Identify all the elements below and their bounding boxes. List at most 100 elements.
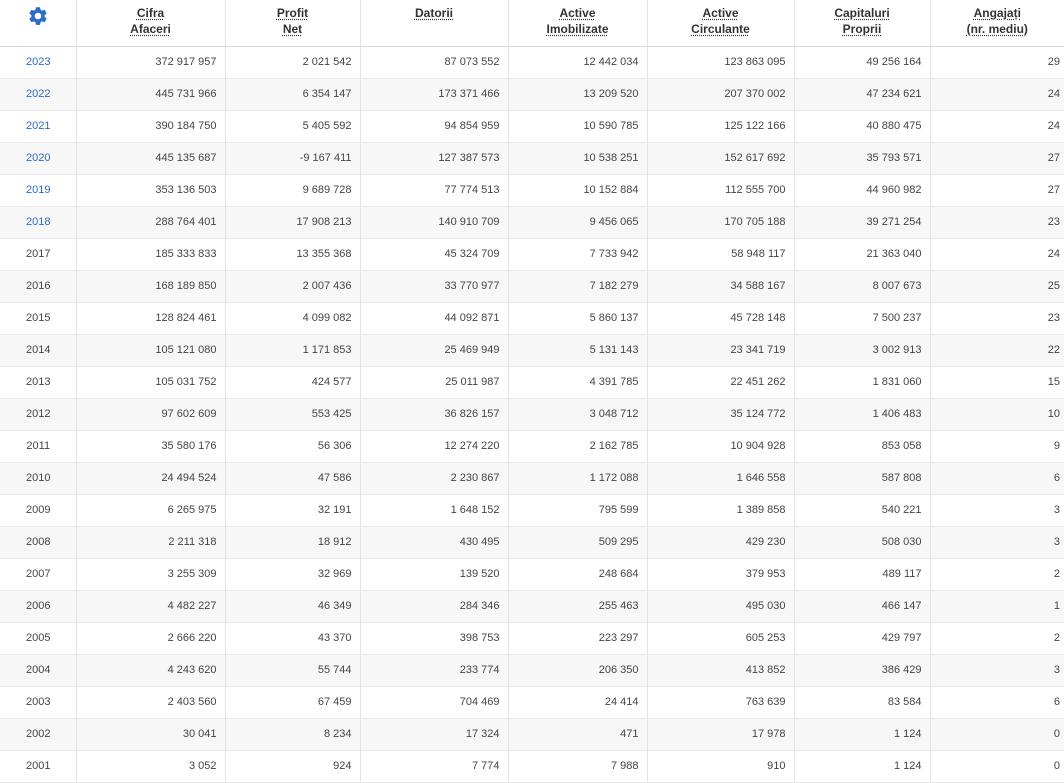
value-cell: 12 274 220 bbox=[360, 430, 509, 463]
value-cell: 398 753 bbox=[360, 622, 509, 655]
year-cell[interactable]: 2023 bbox=[0, 46, 77, 79]
header-datorii[interactable]: Datorii bbox=[360, 0, 509, 47]
table-row: 2016 168 189 850 2 007 436 33 770 977 7 182 … bbox=[0, 270, 1064, 303]
value-cell: 43 370 bbox=[225, 622, 361, 655]
table-row: 2006 4 482 227 46 349 284 346 255 463 495 030… bbox=[0, 590, 1064, 623]
value-cell: 13 209 520 bbox=[508, 78, 648, 111]
year-cell[interactable]: 2021 bbox=[0, 110, 77, 143]
value-cell: 248 684 bbox=[508, 558, 648, 591]
value-cell: 0 bbox=[930, 718, 1064, 751]
value-cell: 45 728 148 bbox=[647, 302, 795, 335]
value-cell: 6 bbox=[930, 686, 1064, 719]
value-cell: 430 495 bbox=[360, 526, 509, 559]
value-cell: 3 002 913 bbox=[794, 334, 931, 367]
value-cell: 924 bbox=[225, 750, 361, 783]
value-cell: 553 425 bbox=[225, 398, 361, 431]
value-cell: 35 580 176 bbox=[76, 430, 226, 463]
year-cell: 2011 bbox=[0, 430, 77, 463]
value-cell: 18 912 bbox=[225, 526, 361, 559]
value-cell: 429 797 bbox=[794, 622, 931, 655]
value-cell: -9 167 411 bbox=[225, 142, 361, 175]
table-row: 2018 288 764 401 17 908 213 140 910 709 9 45… bbox=[0, 206, 1064, 239]
value-cell: 10 538 251 bbox=[508, 142, 648, 175]
value-cell: 5 860 137 bbox=[508, 302, 648, 335]
year-cell[interactable]: 2019 bbox=[0, 174, 77, 207]
value-cell: 2 211 318 bbox=[76, 526, 226, 559]
value-cell: 3 bbox=[930, 494, 1064, 527]
value-cell: 5 405 592 bbox=[225, 110, 361, 143]
value-cell: 206 350 bbox=[508, 654, 648, 687]
table-row: 2015 128 824 461 4 099 082 44 092 871 5 860 … bbox=[0, 302, 1064, 335]
value-cell: 23 341 719 bbox=[647, 334, 795, 367]
year-cell: 2003 bbox=[0, 686, 77, 719]
value-cell: 47 586 bbox=[225, 462, 361, 495]
value-cell: 233 774 bbox=[360, 654, 509, 687]
year-cell: 2016 bbox=[0, 270, 77, 303]
year-cell[interactable]: 2022 bbox=[0, 78, 77, 111]
value-cell: 23 bbox=[930, 302, 1064, 335]
year-cell: 2012 bbox=[0, 398, 77, 431]
value-cell: 1 389 858 bbox=[647, 494, 795, 527]
value-cell: 77 774 513 bbox=[360, 174, 509, 207]
value-cell: 24 bbox=[930, 110, 1064, 143]
header-active-circulante[interactable]: Active Circulante bbox=[647, 0, 795, 47]
value-cell: 112 555 700 bbox=[647, 174, 795, 207]
header-active-imobilizate[interactable]: Active Imobilizate bbox=[508, 0, 648, 47]
value-cell: 152 617 692 bbox=[647, 142, 795, 175]
value-cell: 140 910 709 bbox=[360, 206, 509, 239]
value-cell: 25 bbox=[930, 270, 1064, 303]
year-cell: 2005 bbox=[0, 622, 77, 655]
header-capitaluri-proprii[interactable]: Capitaluri Proprii bbox=[794, 0, 931, 47]
value-cell: 445 135 687 bbox=[76, 142, 226, 175]
value-cell: 24 bbox=[930, 238, 1064, 271]
value-cell: 6 265 975 bbox=[76, 494, 226, 527]
value-cell: 9 456 065 bbox=[508, 206, 648, 239]
value-cell: 44 960 982 bbox=[794, 174, 931, 207]
header-angajati[interactable]: Angajați (nr. mediu) bbox=[930, 0, 1064, 47]
year-cell: 2009 bbox=[0, 494, 77, 527]
gear-icon[interactable] bbox=[27, 5, 49, 27]
value-cell: 1 172 088 bbox=[508, 462, 648, 495]
value-cell: 34 588 167 bbox=[647, 270, 795, 303]
value-cell: 6 354 147 bbox=[225, 78, 361, 111]
year-cell: 2001 bbox=[0, 750, 77, 783]
value-cell: 56 306 bbox=[225, 430, 361, 463]
value-cell: 379 953 bbox=[647, 558, 795, 591]
value-cell: 17 908 213 bbox=[225, 206, 361, 239]
value-cell: 2 021 542 bbox=[225, 46, 361, 79]
value-cell: 3 255 309 bbox=[76, 558, 226, 591]
value-cell: 413 852 bbox=[647, 654, 795, 687]
table-row: 2010 24 494 524 47 586 2 230 867 1 172 088 1 … bbox=[0, 462, 1064, 495]
header-cifra-afaceri[interactable]: Cifra Afaceri bbox=[76, 0, 226, 47]
year-cell[interactable]: 2018 bbox=[0, 206, 77, 239]
value-cell: 67 459 bbox=[225, 686, 361, 719]
value-cell: 2 230 867 bbox=[360, 462, 509, 495]
value-cell: 32 191 bbox=[225, 494, 361, 527]
value-cell: 170 705 188 bbox=[647, 206, 795, 239]
value-cell: 2 666 220 bbox=[76, 622, 226, 655]
value-cell: 40 880 475 bbox=[794, 110, 931, 143]
year-cell: 2017 bbox=[0, 238, 77, 271]
value-cell: 24 494 524 bbox=[76, 462, 226, 495]
value-cell: 1 171 853 bbox=[225, 334, 361, 367]
table-row: 2014 105 121 080 1 171 853 25 469 949 5 131 … bbox=[0, 334, 1064, 367]
value-cell: 35 124 772 bbox=[647, 398, 795, 431]
value-cell: 168 189 850 bbox=[76, 270, 226, 303]
value-cell: 3 bbox=[930, 526, 1064, 559]
value-cell: 10 904 928 bbox=[647, 430, 795, 463]
value-cell: 10 152 884 bbox=[508, 174, 648, 207]
year-cell[interactable]: 2020 bbox=[0, 142, 77, 175]
value-cell: 22 bbox=[930, 334, 1064, 367]
value-cell: 44 092 871 bbox=[360, 302, 509, 335]
value-cell: 288 764 401 bbox=[76, 206, 226, 239]
value-cell: 105 121 080 bbox=[76, 334, 226, 367]
value-cell: 4 482 227 bbox=[76, 590, 226, 623]
value-cell: 3 bbox=[930, 654, 1064, 687]
value-cell: 10 bbox=[930, 398, 1064, 431]
header-profit-net[interactable]: Profit Net bbox=[225, 0, 361, 47]
value-cell: 372 917 957 bbox=[76, 46, 226, 79]
year-cell: 2007 bbox=[0, 558, 77, 591]
value-cell: 35 793 571 bbox=[794, 142, 931, 175]
value-cell: 45 324 709 bbox=[360, 238, 509, 271]
value-cell: 27 bbox=[930, 142, 1064, 175]
